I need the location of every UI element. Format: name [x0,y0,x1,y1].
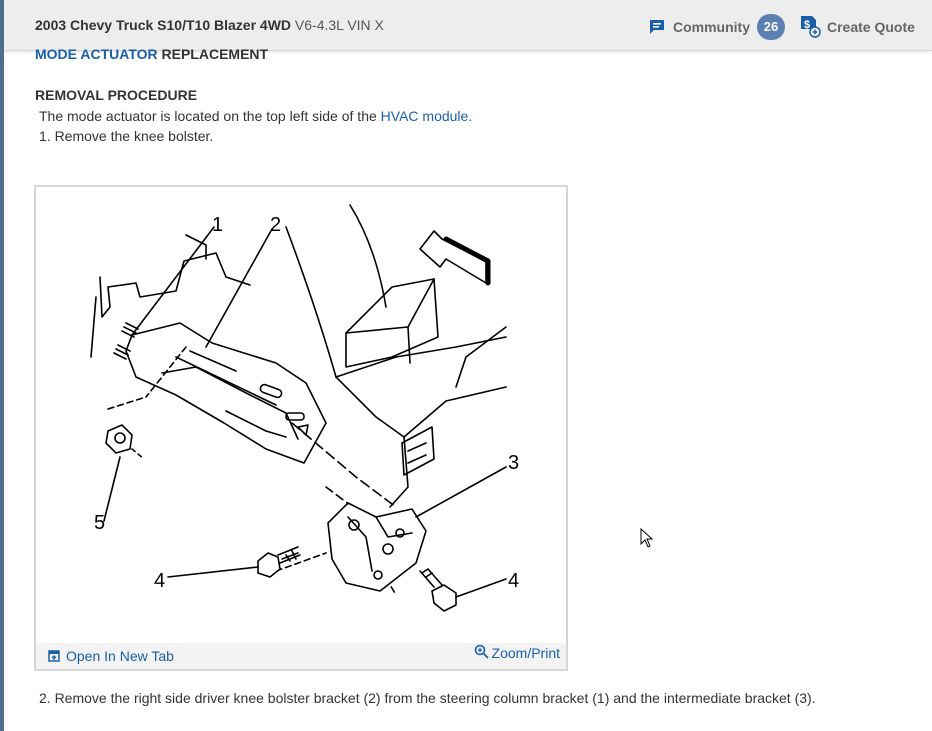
chat-icon [650,20,664,34]
open-in-new-tab-label: Open In New Tab [66,648,174,664]
callout-3: 3 [508,452,519,474]
magnifier-plus-icon [474,644,489,659]
open-in-new-tab-link[interactable]: Open In New Tab [48,648,174,664]
zoom-print-label: Zoom/Print [491,645,560,661]
title-link[interactable]: MODE ACTUATOR [35,46,158,62]
knee-bolster-diagram[interactable]: 1 2 3 4 4 5 [36,187,566,643]
callout-5: 5 [94,512,105,534]
intro-paragraph: The mode actuator is located on the top … [39,108,472,124]
community-button[interactable]: Community 26 [648,14,785,40]
vehicle-title: 2003 Chevy Truck S10/T10 Blazer 4WD V6-4… [35,17,384,33]
vehicle-name: 2003 Chevy Truck S10/T10 Blazer 4WD [35,17,292,33]
step-1: 1. Remove the knee bolster. [39,128,214,144]
header-bar: 2003 Chevy Truck S10/T10 Blazer 4WD V6-4… [4,0,932,51]
callout-4-left: 4 [154,570,165,592]
community-count-badge: 26 [757,14,785,40]
intro-text: The mode actuator is located on the top … [39,108,381,124]
hvac-module-link[interactable]: HVAC module. [381,108,473,124]
step-2: 2. Remove the right side driver knee bol… [39,690,816,706]
community-label: Community [673,19,750,35]
figure-panel: 1 2 3 4 4 5 Open In New Tab Zoom/Print [34,185,568,671]
page-title: MODE ACTUATOR REPLACEMENT [35,46,268,62]
mouse-cursor-icon [640,528,654,548]
title-rest: REPLACEMENT [157,46,269,62]
window-left-edge [0,0,4,731]
section-heading: REMOVAL PROCEDURE [35,87,198,103]
callout-2: 2 [270,214,281,236]
svg-text:$: $ [804,19,810,31]
vehicle-engine: V6-4.3L VIN X [291,17,384,33]
open-window-icon [48,650,60,662]
figure-toolbar: Open In New Tab Zoom/Print [36,643,566,669]
zoom-print-link[interactable]: Zoom/Print [474,644,560,661]
create-quote-label: Create Quote [827,19,915,35]
callout-4-right: 4 [508,570,519,592]
callout-1: 1 [212,214,223,236]
dollar-document-icon: $ [801,16,821,38]
create-quote-button[interactable]: $ Create Quote [799,14,915,40]
